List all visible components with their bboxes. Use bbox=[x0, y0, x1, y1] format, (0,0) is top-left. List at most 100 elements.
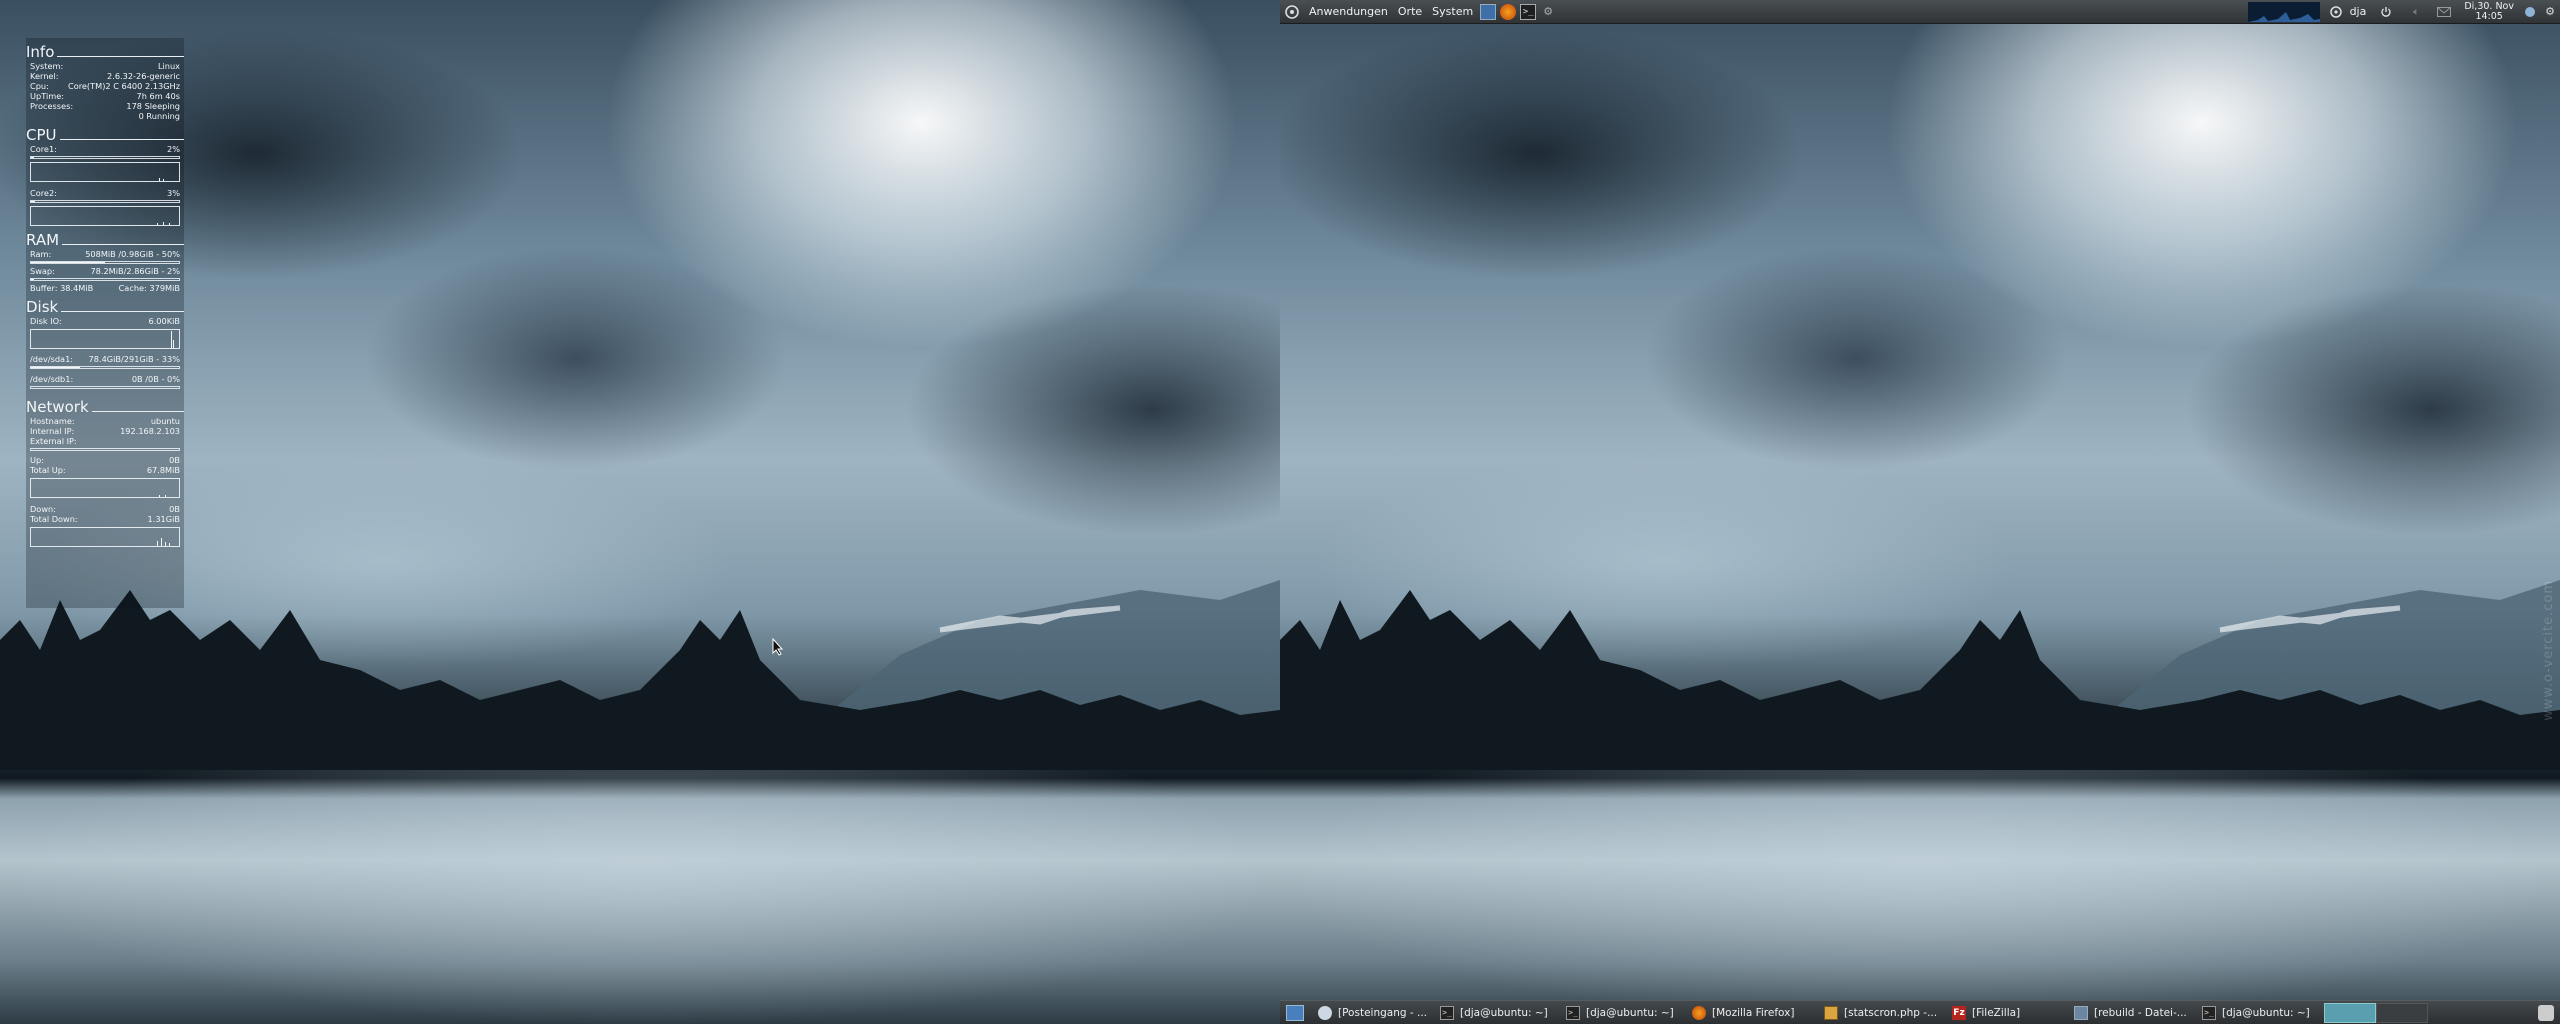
task-filezilla[interactable]: Fz [FileZilla] bbox=[1946, 1003, 2064, 1023]
conky-ram-section: RAM Ram: 508MiB /0.98GiB - 50% Swap: 78.2M… bbox=[26, 232, 184, 293]
buffer-label: Buffer: 38.4MiB bbox=[30, 283, 94, 293]
up-label: Up: bbox=[30, 455, 44, 465]
sdb1-value: 0B /0B - 0% bbox=[131, 374, 180, 384]
clock-time: 14:05 bbox=[2475, 10, 2503, 22]
external-ip-label: External IP: bbox=[30, 436, 77, 446]
conky-system-monitor: Info System: Linux Kernel: 2.6.32-26-gener… bbox=[26, 38, 184, 608]
swap-label: Swap: bbox=[30, 266, 55, 276]
core1-value: 2% bbox=[167, 144, 180, 154]
task-terminal-3[interactable]: >_ [dja@ubuntu: ~] bbox=[2196, 1003, 2314, 1023]
panel-clock[interactable]: Di,30. Nov 14:05 bbox=[2458, 0, 2520, 22]
section-title: Info bbox=[26, 43, 55, 61]
editor-icon bbox=[1824, 1005, 1838, 1020]
show-desktop-icon[interactable] bbox=[1286, 1004, 1304, 1021]
down-value: 0B bbox=[169, 504, 180, 514]
terminal-icon: >_ bbox=[2202, 1005, 2216, 1020]
core1-label: Core1: bbox=[30, 144, 57, 154]
task-terminal-1[interactable]: >_ [dja@ubuntu: ~] bbox=[1434, 1003, 1556, 1023]
info-row: Processes: 178 Sleeping bbox=[30, 101, 180, 111]
mail-indicator-icon[interactable] bbox=[2436, 4, 2452, 20]
workspace-switcher bbox=[2324, 1002, 2428, 1023]
menu-places[interactable]: Orte bbox=[1393, 0, 1427, 24]
cache-label: Cache: 379MiB bbox=[118, 283, 180, 293]
conky-cpu-section: CPU Core1: 2% Core2: 3% bbox=[26, 127, 184, 226]
disk-io-value: 6.00KiB bbox=[148, 316, 181, 326]
task-posteingang[interactable]: [Posteingang - ... bbox=[1312, 1003, 1430, 1023]
task-firefox[interactable]: [Mozilla Firefox] bbox=[1686, 1003, 1814, 1023]
launcher-settings-gear-icon[interactable]: ⚙ bbox=[1540, 4, 1556, 20]
volume-icon[interactable]: 🔈︎ bbox=[2408, 4, 2424, 20]
task-terminal-2[interactable]: >_ [dja@ubuntu: ~] bbox=[1560, 1003, 1682, 1023]
info-row: Kernel: 2.6.32-26-generic bbox=[30, 71, 180, 81]
core1-bar bbox=[30, 156, 180, 159]
total-up-label: Total Up: bbox=[30, 465, 66, 475]
network-indicator-icon[interactable] bbox=[2522, 4, 2538, 20]
hostname-label: Hostname: bbox=[30, 416, 75, 426]
info-row: System: Linux bbox=[30, 61, 180, 71]
shutdown-menu-icon[interactable]: ⚙ bbox=[2542, 4, 2558, 20]
sdb1-bar bbox=[30, 386, 180, 389]
launcher-firefox-icon[interactable] bbox=[1500, 3, 1517, 20]
wallpaper-treeline bbox=[1280, 590, 2560, 770]
conky-network-section: Network Hostname: ubuntu Internal IP: 192.… bbox=[26, 399, 184, 547]
menu-applications[interactable]: Anwendungen bbox=[1304, 0, 1393, 24]
filezilla-icon: Fz bbox=[1952, 1005, 1966, 1020]
upload-graph bbox=[30, 478, 180, 498]
section-title: CPU bbox=[26, 126, 57, 144]
mouse-cursor-icon bbox=[772, 638, 784, 656]
task-statscron[interactable]: [statscron.php -... bbox=[1818, 1003, 1942, 1023]
mail-icon bbox=[1318, 1005, 1332, 1020]
internal-ip-value: 192.168.2.103 bbox=[120, 426, 180, 436]
core2-graph bbox=[30, 206, 180, 226]
core2-label: Core2: bbox=[30, 188, 57, 198]
up-value: 0B bbox=[169, 455, 180, 465]
internal-ip-label: Internal IP: bbox=[30, 426, 75, 436]
conky-info-section: Info System: Linux Kernel: 2.6.32-26-gener… bbox=[26, 44, 184, 121]
clock-date: Di,30. Nov bbox=[2464, 0, 2514, 12]
total-down-label: Total Down: bbox=[30, 514, 78, 524]
core2-bar bbox=[30, 200, 180, 203]
user-switcher-icon[interactable] bbox=[2328, 4, 2344, 20]
disk-io-label: Disk IO: bbox=[30, 316, 62, 326]
terminal-icon: >_ bbox=[1440, 1005, 1454, 1020]
swap-value: 78.2MiB/2.86GiB - 2% bbox=[90, 266, 180, 276]
ram-label: Ram: bbox=[30, 249, 52, 259]
power-icon[interactable] bbox=[2378, 4, 2394, 20]
total-up-value: 67.8MiB bbox=[146, 465, 180, 475]
download-graph bbox=[30, 527, 180, 547]
username-label[interactable]: dja bbox=[2346, 0, 2371, 24]
sdb1-label: /dev/sdb1: bbox=[30, 374, 74, 384]
bottom-taskbar: [Posteingang - ... >_ [dja@ubuntu: ~] >_… bbox=[1280, 1000, 2560, 1024]
ram-bar bbox=[30, 261, 180, 264]
launcher-nautilus-icon[interactable] bbox=[1480, 3, 1497, 20]
desktop-wallpaper bbox=[0, 0, 1280, 1024]
terminal-icon: >_ bbox=[1566, 1005, 1580, 1020]
info-row: UpTime: 7h 6m 40s bbox=[30, 91, 180, 101]
section-title: RAM bbox=[26, 231, 60, 249]
down-label: Down: bbox=[30, 504, 56, 514]
sda1-bar bbox=[30, 366, 180, 369]
conky-disk-section: Disk Disk IO: 6.00KiB /dev/sda1: 78.4GiB/2… bbox=[26, 299, 184, 389]
task-rebuild-folder[interactable]: [rebuild - Datei-... bbox=[2068, 1003, 2192, 1023]
launcher-terminal-icon[interactable]: >_ bbox=[1520, 3, 1537, 20]
section-title: Network bbox=[26, 398, 89, 416]
workspace-2[interactable] bbox=[2376, 1002, 2428, 1023]
total-down-value: 1.31GiB bbox=[147, 514, 180, 524]
menu-system[interactable]: System bbox=[1427, 0, 1478, 24]
core1-graph bbox=[30, 162, 180, 182]
workspace-1[interactable] bbox=[2324, 1002, 2376, 1023]
right-monitor: Anwendungen Orte System >_ ⚙ dja 🔈︎ Di,3… bbox=[1280, 0, 2560, 1024]
swap-bar bbox=[30, 278, 180, 281]
wallpaper-treeline bbox=[0, 590, 1280, 770]
trash-icon[interactable] bbox=[2538, 1004, 2554, 1021]
ubuntu-logo-icon[interactable] bbox=[1280, 0, 1304, 24]
network-divider bbox=[30, 448, 180, 451]
hostname-value: ubuntu bbox=[150, 416, 180, 426]
sda1-label: /dev/sda1: bbox=[30, 354, 74, 364]
folder-icon bbox=[2074, 1005, 2088, 1020]
left-monitor: Info System: Linux Kernel: 2.6.32-26-gener… bbox=[0, 0, 1280, 1024]
desktop-wallpaper bbox=[1280, 0, 2560, 1024]
section-title: Disk bbox=[26, 298, 59, 316]
sda1-value: 78.4GiB/291GiB - 33% bbox=[88, 354, 180, 364]
system-monitor-applet[interactable] bbox=[2247, 1, 2320, 22]
